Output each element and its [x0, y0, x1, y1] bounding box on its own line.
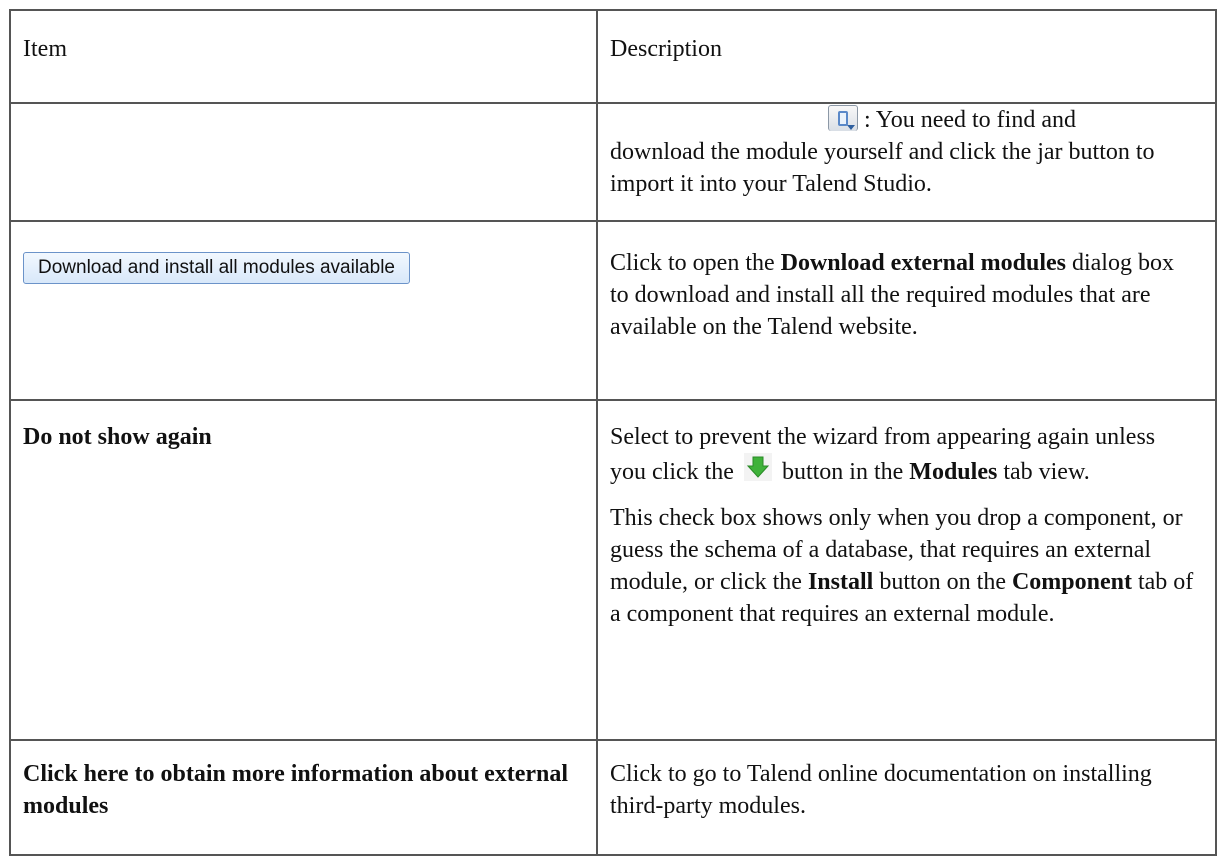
download-all-item-cell: Download and install all modules availab…	[9, 220, 598, 402]
table-row: : You need to find and download the modu…	[9, 101, 1217, 223]
more-info-link[interactable]: Click here to obtain more information ab…	[23, 761, 568, 819]
green-down-arrow-icon[interactable]	[743, 453, 772, 482]
jar-item-cell	[9, 101, 598, 223]
table-row: Click here to obtain more information ab…	[9, 738, 1217, 857]
external-modules-table: Item Description : You need to find and …	[9, 9, 1217, 857]
jar-description-line: : You need to find and	[610, 104, 1197, 136]
header-item-label: Item	[23, 36, 67, 62]
download-all-description-cell: Click to open the Download external modu…	[596, 220, 1217, 402]
more-info-description-cell: Click to go to Talend online documentati…	[596, 738, 1217, 857]
header-description-label: Description	[610, 36, 722, 62]
jar-description-cell: : You need to find and download the modu…	[596, 101, 1217, 223]
component-label: Component	[1011, 569, 1132, 596]
modules-label: Modules	[909, 459, 998, 486]
table-header-row: Item Description	[9, 9, 1217, 104]
download-all-description: Click to open the Download external modu…	[610, 250, 1174, 341]
jar-description-rest: download the module yourself and click t…	[610, 138, 1155, 197]
download-external-modules-label: Download external modules	[780, 250, 1066, 277]
install-label: Install	[807, 569, 874, 596]
table-row: Do not show again Select to prevent the …	[9, 399, 1217, 741]
do-not-show-description-cell: Select to prevent the wizard from appear…	[596, 399, 1217, 741]
do-not-show-again-label: Do not show again	[23, 424, 212, 451]
table-row: Download and install all modules availab…	[9, 220, 1217, 402]
download-install-all-button[interactable]: Download and install all modules availab…	[23, 252, 410, 285]
jar-button-icon[interactable]	[828, 104, 858, 131]
header-item: Item	[9, 9, 598, 104]
more-info-item-cell: Click here to obtain more information ab…	[9, 738, 598, 857]
do-not-show-description-p2: This check box shows only when you drop …	[610, 505, 1194, 628]
more-info-description: Click to go to Talend online documentati…	[610, 760, 1152, 819]
do-not-show-item-cell: Do not show again	[9, 399, 598, 741]
header-description: Description	[596, 9, 1217, 104]
do-not-show-description-p1: Select to prevent the wizard from appear…	[610, 424, 1156, 486]
jar-description-line1: : You need to find and	[864, 106, 1076, 133]
